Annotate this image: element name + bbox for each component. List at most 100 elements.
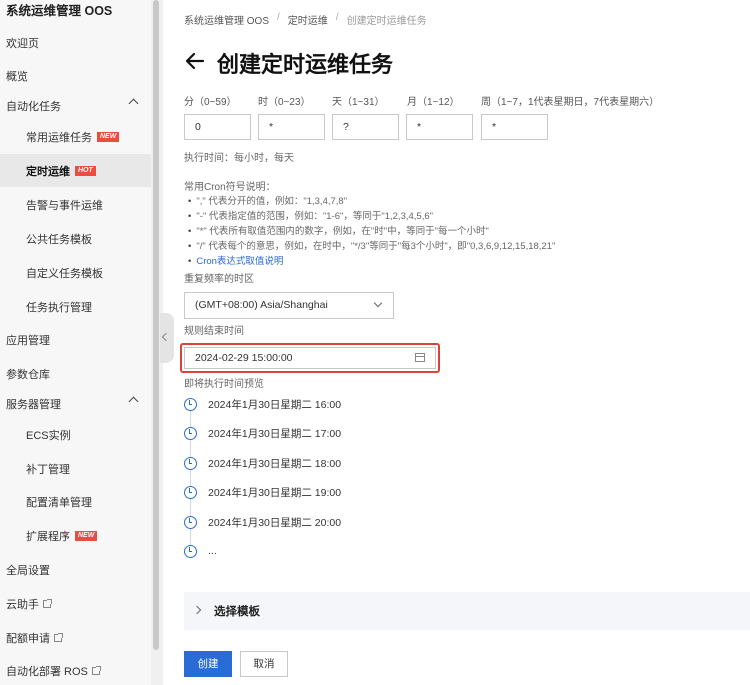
sidebar-item-app-mgmt[interactable]: 应用管理 — [0, 323, 151, 356]
end-time-picker[interactable]: 2024-02-29 15:00:00 — [184, 347, 436, 369]
timeline-item: ... — [184, 543, 217, 559]
timezone-value: (GMT+08:00) Asia/Shanghai — [195, 299, 328, 311]
cron-label-month: 月（1~12） — [407, 97, 460, 108]
timeline-item: 2024年1月30日星期二 17:00 — [184, 425, 341, 441]
sidebar-item-label: 配额申请 — [6, 632, 50, 645]
cron-help-link[interactable]: Cron表达式取值说明 — [196, 256, 283, 267]
cron-help-line: "-" 代表指定值的范围，例如："1-6"，等同于"1,2,3,4,5,6" — [188, 208, 433, 222]
breadcrumb-separator: / — [335, 12, 339, 23]
chevron-up-icon — [128, 98, 139, 109]
sidebar-item-label: 云助手 — [6, 598, 39, 611]
clock-icon — [184, 544, 197, 558]
chevron-down-icon — [373, 298, 383, 308]
timeline-text: 2024年1月30日星期二 18:00 — [208, 457, 342, 470]
sidebar-item-global-settings[interactable]: 全局设置 — [0, 553, 151, 586]
breadcrumb: 系统运维管理 OOS / 定时运维 / 创建定时运维任务 — [184, 12, 427, 27]
cancel-button[interactable]: 取消 — [240, 651, 288, 677]
new-badge: NEW — [97, 131, 120, 142]
sidebar-item-label: 自动化任务 — [6, 100, 61, 113]
sidebar-scrollbar-thumb[interactable] — [153, 0, 159, 650]
sidebar-item-param-store[interactable]: 参数仓库 — [0, 357, 151, 390]
timezone-select[interactable]: (GMT+08:00) Asia/Shanghai — [184, 292, 394, 319]
sidebar-item-label: 服务器管理 — [6, 398, 61, 411]
sidebar-item-scheduled-ops[interactable]: 定时运维 HOT — [0, 154, 151, 187]
timeline-text: 2024年1月30日星期二 16:00 — [208, 398, 342, 411]
cron-month-input[interactable]: * — [406, 114, 473, 140]
sidebar-item-label: 概览 — [6, 70, 28, 83]
cron-label-hour: 时（0~23） — [258, 97, 311, 108]
sidebar-item-cloud-assistant[interactable]: 云助手 — [0, 587, 151, 620]
chevron-up-icon — [128, 396, 139, 407]
sidebar-item-label: 全局设置 — [6, 564, 50, 577]
timezone-label: 重复频率的时区 — [184, 274, 254, 285]
clock-icon — [184, 456, 197, 470]
sidebar-item-label: ECS实例 — [26, 429, 71, 442]
app-root: 系统运维管理 OOS 欢迎页 概览 自动化任务 常用运维任务 NEW 定时运维 HO… — [0, 0, 750, 685]
sidebar-item-label: 扩展程序 — [26, 530, 70, 543]
cron-minute-input[interactable]: 0 — [184, 114, 251, 140]
sidebar-item-label: 欢迎页 — [6, 37, 39, 50]
sidebar-item-inventory[interactable]: 配置清单管理 — [0, 485, 151, 518]
cron-help-line: "," 代表分开的值，例如："1,3,4,7,8" — [188, 193, 347, 207]
end-time-label: 规则结束时间 — [184, 326, 244, 337]
sidebar-title: 系统运维管理 OOS — [6, 4, 113, 18]
timeline-text: ... — [208, 545, 217, 557]
sidebar-group-server-mgmt[interactable]: 服务器管理 — [0, 387, 151, 420]
breadcrumb-item-scheduled[interactable]: 定时运维 — [288, 12, 328, 27]
clock-icon — [184, 397, 197, 411]
timeline-item: 2024年1月30日星期二 19:00 — [184, 484, 341, 500]
cron-label-minute: 分（0~59） — [184, 97, 237, 108]
sidebar-item-quota[interactable]: 配额申请 — [0, 621, 151, 654]
select-template-label: 选择模板 — [214, 606, 260, 618]
sidebar-item-label: 公共任务模板 — [26, 233, 92, 246]
external-link-icon — [91, 665, 101, 675]
breadcrumb-item-oos[interactable]: 系统运维管理 OOS — [184, 12, 269, 27]
back-arrow-icon[interactable] — [184, 50, 206, 72]
sidebar-item-extensions[interactable]: 扩展程序 NEW — [0, 519, 151, 552]
calendar-icon[interactable] — [415, 353, 425, 362]
sidebar-item-label: 应用管理 — [6, 334, 50, 347]
cron-hour-input[interactable]: * — [258, 114, 325, 140]
sidebar-item-overview[interactable]: 概览 — [0, 59, 151, 92]
cron-help-title: 常用Cron符号说明： — [184, 182, 276, 193]
timeline-text: 2024年1月30日星期二 17:00 — [208, 427, 342, 440]
breadcrumb-separator: / — [277, 12, 280, 23]
end-time-value: 2024-02-29 15:00:00 — [195, 352, 293, 364]
clock-icon — [184, 426, 197, 440]
sidebar-item-execution-mgmt[interactable]: 任务执行管理 — [0, 290, 151, 323]
external-link-icon — [54, 632, 63, 642]
timeline-text: 2024年1月30日星期二 19:00 — [208, 486, 342, 499]
sidebar-item-label: 定时运维 — [26, 165, 70, 178]
cron-day-input[interactable]: ? — [332, 114, 399, 140]
breadcrumb-item-current: 创建定时运维任务 — [346, 16, 427, 27]
sidebar-item-public-templates[interactable]: 公共任务模板 — [0, 222, 151, 255]
sidebar-item-ecs[interactable]: ECS实例 — [0, 418, 151, 451]
sidebar-item-common-tasks[interactable]: 常用运维任务 NEW — [0, 120, 151, 153]
sidebar-item-label: 任务执行管理 — [26, 301, 92, 314]
cron-label-day: 天（1~31） — [332, 97, 385, 108]
timeline-item: 2024年1月30日星期二 20:00 — [184, 514, 341, 530]
external-link-icon — [43, 598, 52, 608]
cron-week-input[interactable]: * — [481, 114, 548, 140]
sidebar-item-label: 配置清单管理 — [26, 496, 92, 509]
sidebar-item-welcome[interactable]: 欢迎页 — [0, 26, 151, 59]
select-template-section[interactable]: 选择模板 — [184, 592, 750, 630]
sidebar-item-label: 自定义任务模板 — [26, 267, 103, 280]
sidebar-item-alert-event-ops[interactable]: 告警与事件运维 — [0, 188, 151, 221]
sidebar-item-ros[interactable]: 自动化部署 ROS — [0, 654, 151, 685]
sidebar-group-automation[interactable]: 自动化任务 — [0, 89, 151, 122]
timeline-item: 2024年1月30日星期二 18:00 — [184, 455, 341, 471]
page-title: 创建定时运维任务 — [217, 52, 394, 77]
cron-help-line: "*" 代表所有取值范围内的数字，例如，在"时"中，等同于"每一个小时" — [188, 223, 489, 237]
hot-badge: HOT — [75, 165, 96, 176]
sidebar-item-label: 自动化部署 ROS — [6, 665, 88, 678]
new-badge: NEW — [75, 530, 98, 541]
create-button[interactable]: 创建 — [184, 651, 232, 677]
sidebar-collapse-toggle[interactable] — [160, 313, 174, 363]
cron-help-link-item: Cron表达式取值说明 — [188, 253, 283, 267]
sidebar-item-patch[interactable]: 补丁管理 — [0, 452, 151, 485]
cron-help-line: "/" 代表每个的意思，例如，在时中，"*/3"等同于"每3个小时"，即"0,3… — [188, 238, 555, 252]
sidebar-item-label: 告警与事件运维 — [26, 199, 103, 212]
sidebar: 系统运维管理 OOS 欢迎页 概览 自动化任务 常用运维任务 NEW 定时运维 HO… — [0, 0, 151, 685]
sidebar-item-custom-templates[interactable]: 自定义任务模板 — [0, 256, 151, 289]
